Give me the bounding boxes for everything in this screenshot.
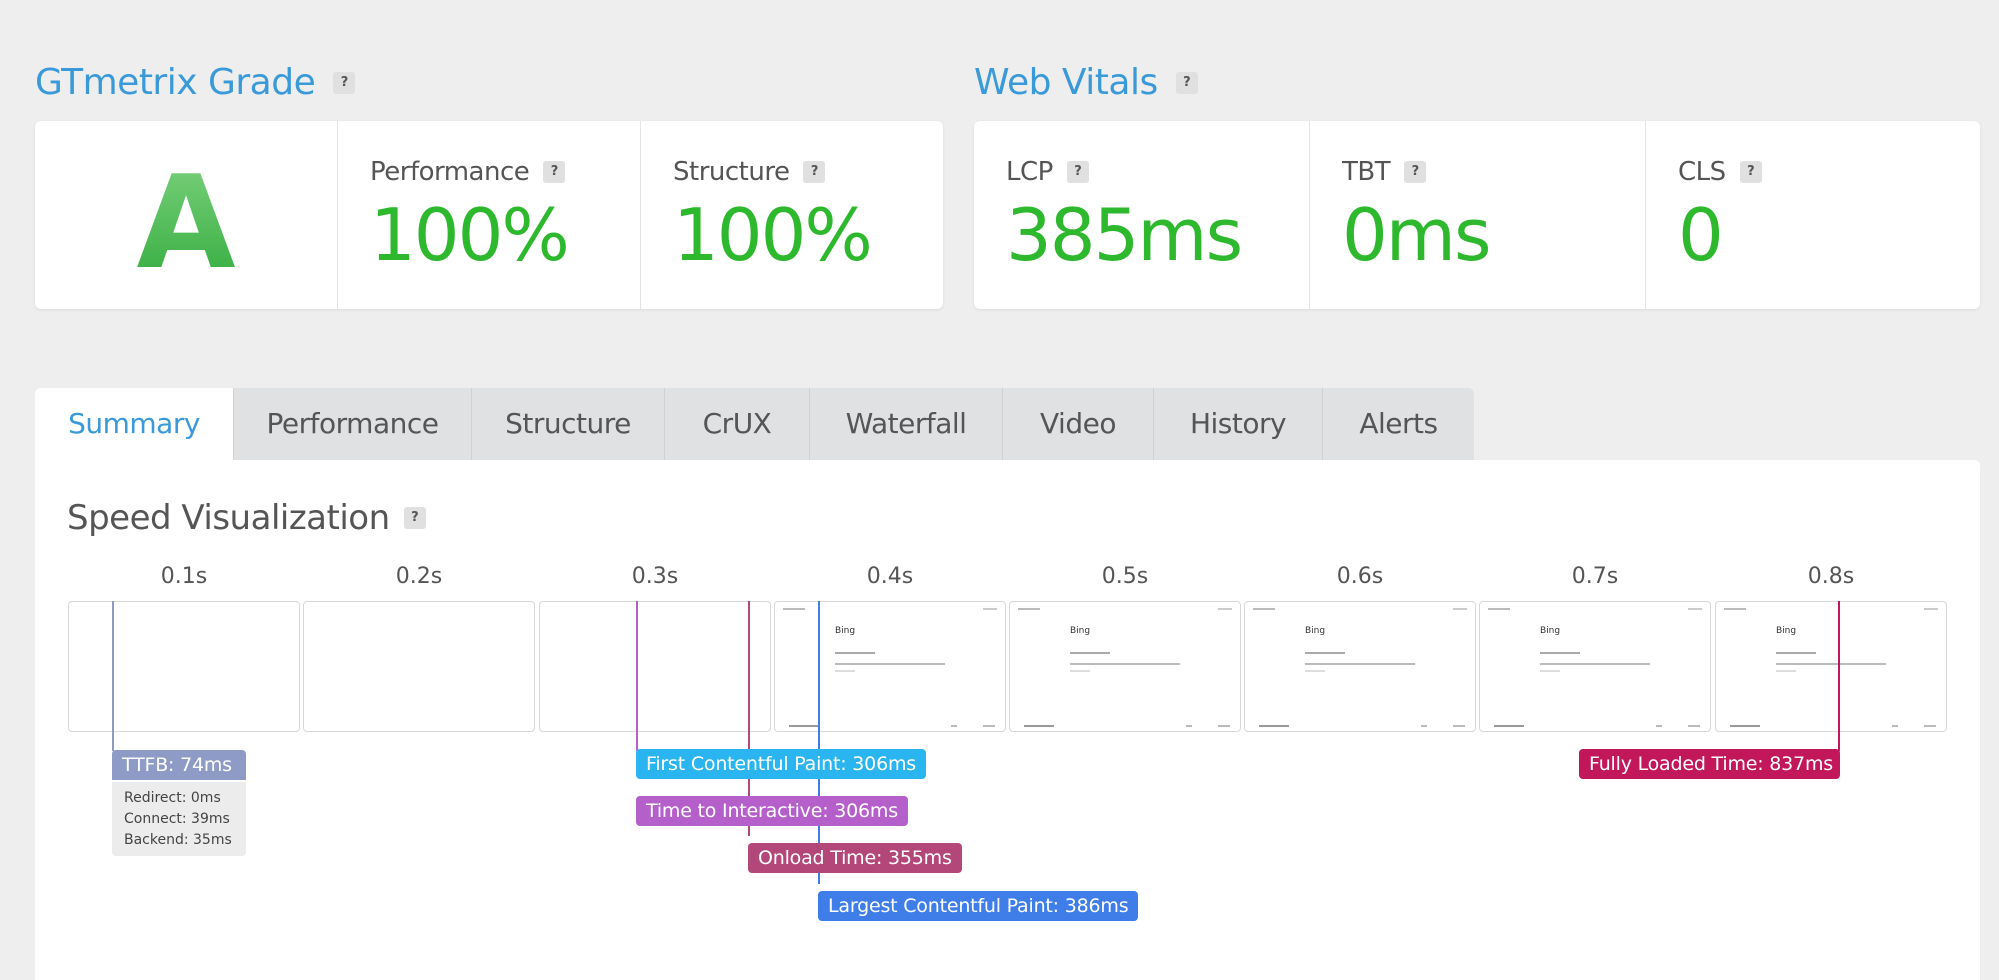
- lcp-marker-line: [818, 601, 820, 884]
- structure-help-icon[interactable]: ?: [803, 161, 826, 183]
- ttfb-details: Redirect: 0ms Connect: 39ms Backend: 35m…: [112, 782, 246, 856]
- cls-value: 0: [1678, 193, 1724, 277]
- connect-time: Connect: 39ms: [124, 811, 230, 827]
- tab-performance[interactable]: Performance: [234, 388, 472, 460]
- tbt-cell: TBT ? 0ms: [1310, 121, 1646, 309]
- tti-label[interactable]: Time to Interactive: 306ms: [636, 796, 908, 826]
- structure-value: 100%: [673, 193, 873, 277]
- lcp-label: LCP: [1006, 157, 1053, 187]
- tab-video[interactable]: Video: [1003, 388, 1154, 460]
- lcp-value: 385ms: [1006, 193, 1243, 277]
- thumbnail-title: Bing: [1070, 626, 1091, 636]
- tab-history[interactable]: History: [1154, 388, 1323, 460]
- grade-cell: A: [35, 121, 338, 309]
- onload-label[interactable]: Onload Time: 355ms: [748, 843, 962, 873]
- structure-cell: Structure ? 100%: [641, 121, 943, 309]
- performance-help-icon[interactable]: ?: [543, 161, 566, 183]
- web-vitals-heading: Web Vitals: [974, 62, 1158, 103]
- tab-structure[interactable]: Structure: [472, 388, 665, 460]
- lcp-help-icon[interactable]: ?: [1066, 161, 1089, 183]
- grade-letter: A: [35, 149, 337, 298]
- vitals-help-icon[interactable]: ?: [1175, 71, 1198, 94]
- report-tabs: Summary Performance Structure CrUX Water…: [35, 388, 1474, 460]
- filmstrip-frame-thumbnail[interactable]: Bing: [1244, 601, 1476, 732]
- time-tick: 0.8s: [1807, 564, 1855, 589]
- speed-visualization-heading: Speed Visualization: [67, 498, 390, 538]
- filmstrip-frame-blank[interactable]: [68, 601, 300, 732]
- ttfb-marker-line: [112, 601, 114, 751]
- lcp-marker-label[interactable]: Largest Contentful Paint: 386ms: [818, 891, 1139, 921]
- grade-help-icon[interactable]: ?: [333, 71, 356, 94]
- time-tick: 0.5s: [1101, 564, 1149, 589]
- filmstrip-frame-thumbnail[interactable]: Bing: [1479, 601, 1711, 732]
- filmstrip-frame-thumbnail[interactable]: Bing: [774, 601, 1006, 732]
- tab-alerts[interactable]: Alerts: [1323, 388, 1474, 460]
- grade-card: A Performance ? 100% Structure ? 100%: [35, 121, 943, 309]
- time-tick: 0.7s: [1571, 564, 1619, 589]
- vitals-card: LCP ? 385ms TBT ? 0ms CLS ? 0: [974, 121, 1980, 309]
- tab-crux[interactable]: CrUX: [665, 388, 810, 460]
- filmstrip-frame-blank[interactable]: [303, 601, 535, 732]
- performance-value: 100%: [370, 193, 570, 277]
- fcp-marker-line: [636, 601, 638, 751]
- fully-loaded-label[interactable]: Fully Loaded Time: 837ms: [1579, 749, 1840, 779]
- backend-time: Backend: 35ms: [124, 832, 232, 848]
- time-tick: 0.4s: [866, 564, 914, 589]
- cls-help-icon[interactable]: ?: [1739, 161, 1762, 183]
- redirect-time: Redirect: 0ms: [124, 790, 221, 806]
- gtmetrix-grade-title: GTmetrix Grade ?: [35, 62, 356, 103]
- thumbnail-title: Bing: [835, 626, 856, 636]
- gtmetrix-grade-heading: GTmetrix Grade: [35, 62, 316, 103]
- tbt-value: 0ms: [1342, 193, 1491, 277]
- time-tick: 0.2s: [395, 564, 443, 589]
- tab-summary[interactable]: Summary: [35, 388, 234, 460]
- time-tick: 0.6s: [1336, 564, 1384, 589]
- tbt-help-icon[interactable]: ?: [1404, 161, 1427, 183]
- fully-loaded-marker-line: [1838, 601, 1840, 751]
- performance-label: Performance: [370, 157, 530, 187]
- time-tick: 0.3s: [631, 564, 679, 589]
- filmstrip-frame-blank[interactable]: [539, 601, 771, 732]
- ttfb-label[interactable]: TTFB: 74ms: [112, 750, 246, 780]
- tab-waterfall[interactable]: Waterfall: [810, 388, 1003, 460]
- fcp-label[interactable]: First Contentful Paint: 306ms: [636, 749, 926, 779]
- time-tick: 0.1s: [160, 564, 208, 589]
- cls-cell: CLS ? 0: [1646, 121, 1980, 309]
- performance-cell: Performance ? 100%: [338, 121, 641, 309]
- speed-help-icon[interactable]: ?: [403, 507, 426, 529]
- cls-label: CLS: [1678, 157, 1726, 187]
- filmstrip-frame-thumbnail[interactable]: Bing: [1009, 601, 1241, 732]
- web-vitals-title: Web Vitals ?: [974, 62, 1198, 103]
- structure-label: Structure: [673, 157, 790, 187]
- tbt-label: TBT: [1342, 157, 1391, 187]
- lcp-cell: LCP ? 385ms: [974, 121, 1310, 309]
- thumbnail-title: Bing: [1305, 626, 1326, 636]
- thumbnail-title: Bing: [1776, 626, 1797, 636]
- thumbnail-title: Bing: [1540, 626, 1561, 636]
- speed-visualization-title: Speed Visualization ?: [67, 498, 426, 538]
- filmstrip-frame-thumbnail[interactable]: Bing: [1715, 601, 1947, 732]
